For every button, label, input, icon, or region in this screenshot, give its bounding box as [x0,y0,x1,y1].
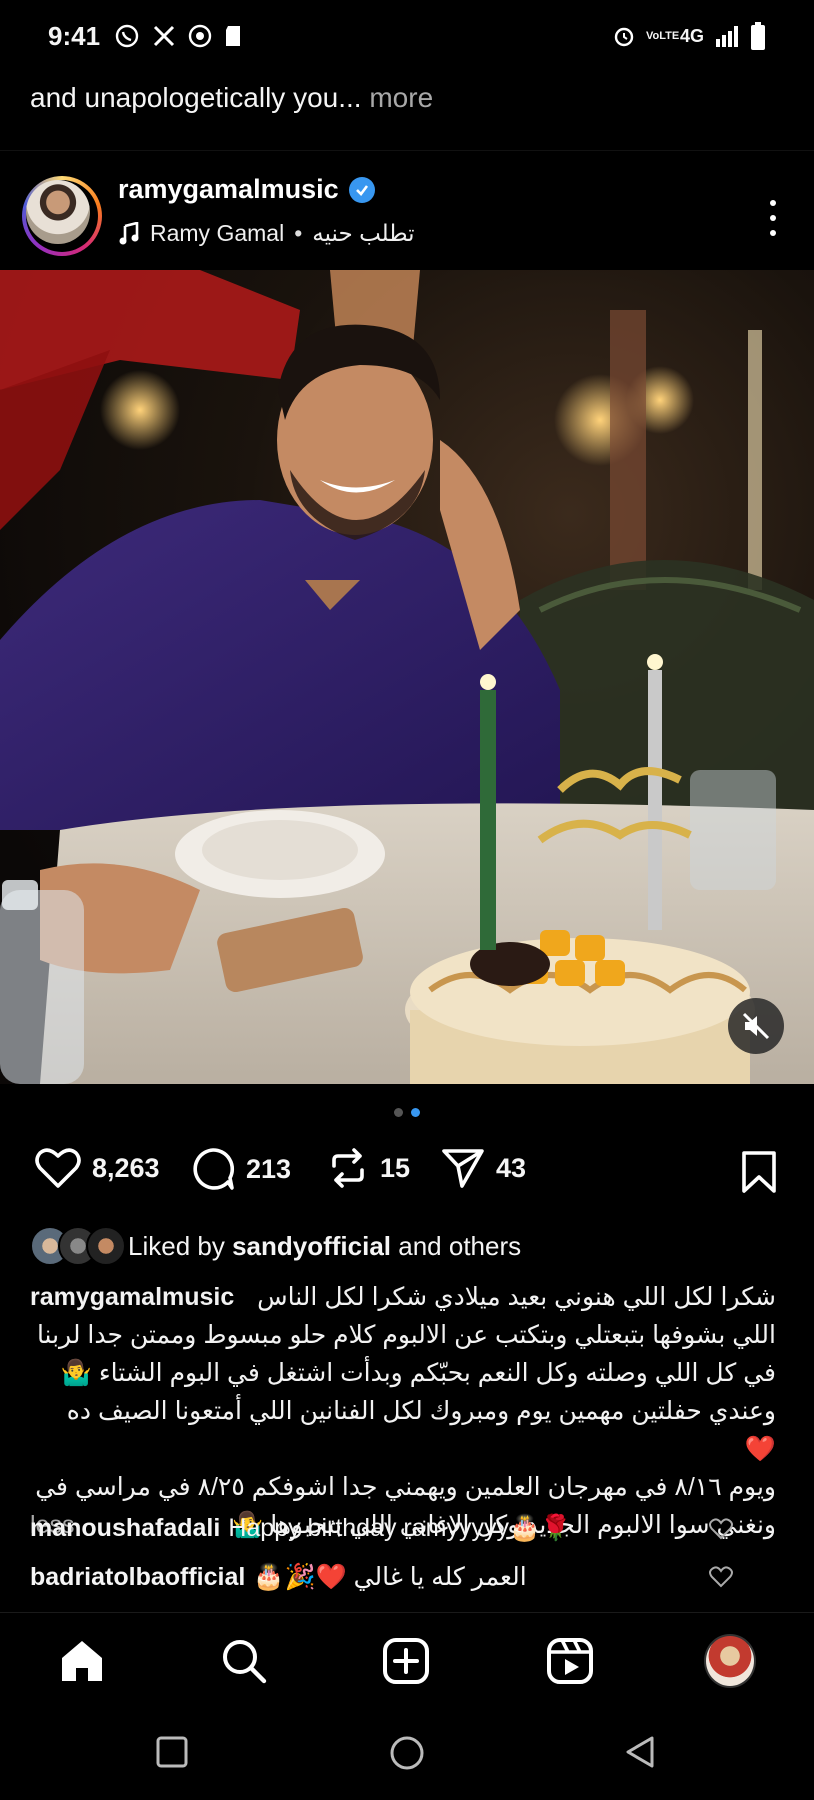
post-caption: ramygamalmusic شكرا لكل اللي هنوني بعيد … [30,1278,776,1544]
status-time: 9:41 [48,20,101,51]
back-triangle-icon [626,1736,654,1768]
comment-text: Happy birthday ramyyyyy🎂🌹 [228,1514,572,1542]
comment-count: 213 [246,1153,292,1184]
more-options-icon[interactable] [768,200,778,236]
caption-username[interactable]: ramygamalmusic [30,1278,234,1316]
mute-button[interactable] [728,998,784,1054]
status-bar: 9:41 VoLTE 4G [0,0,814,72]
notification-icons [114,23,244,49]
repost-count: 15 [380,1152,411,1183]
audio-attribution[interactable]: Ramy Gamal • تطلب حنيه [118,220,415,247]
x-icon [153,25,175,47]
verified-badge-icon [348,176,375,203]
carousel-dot [394,1108,403,1117]
post-actions: 8,263 213 15 43 [0,1146,814,1202]
battery-icon [751,22,765,50]
post-photo[interactable] [0,270,814,1084]
post-username[interactable]: ramygamalmusic [118,174,339,205]
liked-by-user[interactable]: sandyofficial [232,1231,391,1262]
system-navigation [0,1708,814,1800]
nav-create[interactable] [380,1635,432,1687]
home-icon [62,1641,102,1681]
recents-button[interactable] [154,1734,190,1775]
profile-avatar [704,1634,756,1688]
avatar [86,1226,126,1266]
caption-line: اللي بشوفها بتبعتلي وبتكتب عن الالبوم كل… [36,1321,776,1349]
caption-line: وعندي حفلتين مهمين يوم ومبروك لكل الفنان… [66,1397,776,1463]
nav-search[interactable] [218,1635,270,1687]
chrome-icon [188,24,212,48]
caption-line: ويوم ٨/١٦ في مهرجان العلمين ويهمني جدا ا… [35,1473,776,1501]
reels-icon [547,1638,593,1684]
music-note-icon [119,221,139,244]
bottom-navigation [0,1612,814,1708]
network-label: 4G [679,25,704,46]
comment-icon [193,1148,235,1190]
search-icon [223,1640,267,1684]
audio-separator: • [294,220,303,246]
circle-icon [390,1736,424,1770]
post-header: ramygamalmusic Ramy Gamal • تطلب حنيه [0,172,814,264]
create-icon [383,1638,429,1684]
repost-icon [332,1148,364,1188]
nav-reels[interactable] [544,1635,596,1687]
audio-track: تطلب حنيه [312,220,415,246]
comment-row[interactable]: manoushafadali Happy birthday ramyyyyy🎂🌹 [30,1514,770,1543]
audio-artist: Ramy Gamal [150,220,285,246]
previous-post-caption: and unapologetically you... more [30,82,433,114]
share-count: 43 [496,1152,527,1183]
photo-illustration [0,270,814,1084]
sd-card-icon [226,26,241,46]
system-icons: VoLTE 4G [612,22,766,50]
like-count: 8,263 [92,1152,160,1183]
whatsapp-icon [115,24,139,48]
story-ring[interactable] [22,176,102,256]
more-link[interactable]: more [369,82,433,113]
like-button[interactable]: 8,263 [34,1146,160,1190]
liked-by-suffix: and others [398,1230,522,1261]
comment-button[interactable]: 213 [190,1146,291,1192]
share-button[interactable]: 43 [440,1146,526,1190]
liked-by-prefix: Liked by [128,1230,225,1261]
back-button[interactable] [622,1734,658,1775]
heart-icon [35,1148,81,1188]
comment-like-icon[interactable] [708,1517,734,1541]
avatar[interactable] [26,180,90,244]
volte-label: VoLTE [645,29,680,42]
caption-line: في كل اللي وصلته وكل النعم بحبّكم وبدأت … [60,1359,776,1387]
post-username-row: ramygamalmusic [118,174,375,205]
send-icon [442,1149,484,1188]
carousel-dot-active [411,1108,420,1117]
signal-icon [716,26,738,47]
previous-caption-text: and unapologetically you... [30,82,362,113]
nav-home[interactable] [56,1635,108,1687]
liker-avatars [30,1226,126,1266]
comment-row[interactable]: badriatolbaofficial العمر كله يا غالي ❤️… [30,1562,770,1592]
muted-speaker-icon [742,1012,770,1040]
comment-username[interactable]: manoushafadali [30,1514,220,1543]
post-divider [0,150,814,151]
alarm-icon [614,27,634,47]
repost-button[interactable]: 15 [326,1146,410,1190]
liked-by-row[interactable]: Liked by sandyofficial and others [30,1224,521,1268]
square-icon [156,1736,188,1768]
home-system-button[interactable] [388,1734,426,1777]
carousel-indicator [0,1108,814,1117]
comment-text: العمر كله يا غالي ❤️🎉🎂 [253,1563,527,1591]
comment-like-icon[interactable] [708,1565,734,1589]
bookmark-icon [742,1151,776,1193]
nav-profile[interactable] [704,1634,756,1688]
save-button[interactable] [740,1150,778,1199]
comment-username[interactable]: badriatolbaofficial [30,1563,245,1592]
